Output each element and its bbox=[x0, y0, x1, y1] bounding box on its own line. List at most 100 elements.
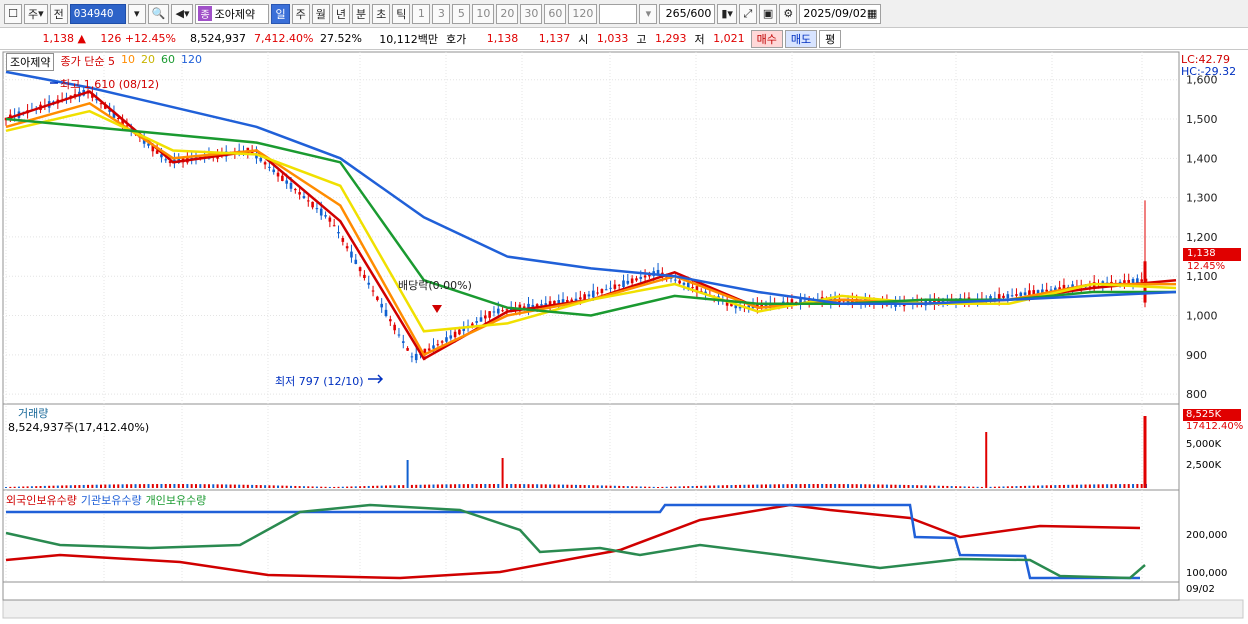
volume-bar bbox=[549, 484, 552, 488]
volume-bar bbox=[665, 486, 668, 488]
volume-bar bbox=[803, 484, 806, 488]
period-tab-month[interactable]: 월 bbox=[311, 3, 330, 24]
interval-30[interactable]: 30 bbox=[520, 3, 543, 24]
candle-body bbox=[604, 289, 608, 291]
legend-ma60[interactable]: 60 bbox=[161, 53, 175, 71]
volume-bar bbox=[648, 486, 651, 488]
legend-foreign[interactable]: 외국인보유수량 bbox=[6, 492, 77, 508]
volume-bar bbox=[618, 485, 621, 488]
volume-bar bbox=[220, 484, 223, 488]
candle-body bbox=[337, 232, 340, 234]
volume-bar bbox=[22, 486, 25, 488]
candle-body bbox=[294, 189, 297, 191]
volume-bar bbox=[290, 485, 292, 488]
save-icon[interactable]: ▣ bbox=[758, 3, 778, 24]
bid-label: 호가 bbox=[446, 32, 467, 46]
volume-bar bbox=[449, 484, 452, 488]
candle-body bbox=[345, 246, 349, 249]
chart-window: ☐ 주 ▾ 전 034940 ▾ 🔍 ◀▾ 종 조아제약 일 주 월 년 분 초 … bbox=[0, 0, 1248, 621]
market-select[interactable]: 주 ▾ bbox=[24, 3, 48, 24]
period-tab-year[interactable]: 년 bbox=[331, 3, 350, 24]
legend-ma5[interactable]: 종가 단순 5 bbox=[60, 53, 114, 71]
volume-bar bbox=[311, 486, 314, 488]
period-tab-day[interactable]: 일 bbox=[271, 3, 290, 24]
candle-body bbox=[579, 297, 582, 300]
holding-ytick-200000: 200,000 bbox=[1186, 530, 1228, 541]
prev-button[interactable]: 전 bbox=[49, 3, 68, 24]
interval-dropdown-icon[interactable]: ▾ bbox=[639, 3, 658, 24]
y-tick-label: 800 bbox=[1186, 388, 1207, 401]
interval-10[interactable]: 10 bbox=[472, 3, 495, 24]
candle-body bbox=[682, 282, 686, 285]
volume-bar bbox=[238, 484, 241, 488]
legend-ma20[interactable]: 20 bbox=[141, 53, 155, 71]
avg-button[interactable]: 평 bbox=[819, 29, 842, 48]
volume-bar bbox=[847, 484, 850, 488]
chart-svg[interactable]: 1,6001,5001,4001,3001,2001,1001,00090080… bbox=[0, 50, 1248, 621]
volume-bar bbox=[195, 484, 197, 488]
interval-60[interactable]: 60 bbox=[544, 3, 567, 24]
interval-20[interactable]: 20 bbox=[496, 3, 519, 24]
interval-5[interactable]: 5 bbox=[452, 3, 471, 24]
interval-3[interactable]: 3 bbox=[432, 3, 451, 24]
candle-body bbox=[440, 341, 444, 343]
volume-bar bbox=[410, 484, 413, 488]
volume-bar bbox=[505, 484, 508, 488]
candle-body bbox=[1006, 294, 1010, 299]
speaker-icon[interactable]: ◀▾ bbox=[171, 3, 194, 24]
candle-body bbox=[332, 225, 336, 227]
legend-individual[interactable]: 개인보유수량 bbox=[146, 492, 207, 508]
chart-area[interactable]: 1,600 1,500 1,400 1,300 1,200 1,100 1,000 900 80… bbox=[0, 50, 1248, 621]
volume-bar bbox=[998, 486, 1001, 488]
volume-bar bbox=[333, 486, 336, 488]
sell-button[interactable]: 매도 bbox=[784, 29, 818, 48]
search-icon[interactable]: 🔍 bbox=[147, 3, 170, 24]
volume-bar bbox=[527, 484, 530, 488]
interval-120[interactable]: 120 bbox=[568, 3, 598, 24]
candle-body bbox=[1015, 294, 1018, 296]
legend-ma120[interactable]: 120 bbox=[181, 53, 202, 71]
high-note: 최고 1,610 (08/12) bbox=[60, 78, 160, 91]
volume-bar bbox=[246, 484, 249, 488]
candle-body bbox=[350, 251, 353, 258]
code-dropdown-icon[interactable]: ▾ bbox=[127, 3, 146, 24]
date-field[interactable]: 2025/09/02 ▦ bbox=[799, 3, 882, 24]
calendar-icon[interactable]: ▦ bbox=[867, 7, 877, 20]
volume-bar bbox=[523, 484, 526, 488]
volume-bar bbox=[890, 484, 893, 488]
candle-body bbox=[1002, 295, 1005, 298]
scroll-bar[interactable] bbox=[2, 599, 1244, 619]
drawing-tool-icon[interactable]: ⤢ bbox=[738, 3, 757, 24]
last-volume-label: 8,525K bbox=[1186, 409, 1222, 420]
candle-body bbox=[358, 267, 362, 272]
volume-bar bbox=[151, 484, 154, 488]
volume-bar bbox=[1075, 484, 1078, 488]
interval-1[interactable]: 1 bbox=[412, 3, 431, 24]
interval-custom-input[interactable] bbox=[599, 3, 638, 24]
volume-bar bbox=[920, 485, 923, 488]
volume-bar bbox=[967, 486, 970, 488]
data-count-field[interactable]: 265/600 bbox=[659, 3, 716, 24]
volume-bar bbox=[259, 485, 262, 488]
legend-ma10[interactable]: 10 bbox=[121, 53, 135, 71]
window-menu-icon[interactable]: ☐ bbox=[4, 3, 22, 24]
candle-body bbox=[376, 296, 379, 300]
volume-bar bbox=[9, 486, 12, 488]
volume-bar bbox=[169, 484, 172, 488]
candle-type-icon[interactable]: ▮▾ bbox=[717, 3, 737, 24]
candle-body bbox=[678, 280, 681, 284]
gear-icon[interactable]: ⚙ bbox=[779, 3, 798, 24]
stock-label[interactable]: 조아제약 bbox=[6, 53, 55, 71]
candle-body bbox=[596, 292, 599, 294]
period-tab-second[interactable]: 초 bbox=[372, 3, 391, 24]
stock-type-badge: 종 bbox=[198, 6, 212, 21]
buy-button[interactable]: 매수 bbox=[750, 29, 783, 48]
volume-bar bbox=[734, 484, 737, 488]
period-tab-week[interactable]: 주 bbox=[291, 3, 310, 24]
volume-bar bbox=[851, 484, 854, 488]
stock-name-field[interactable]: 종 조아제약 bbox=[195, 3, 270, 24]
period-tab-tick[interactable]: 틱 bbox=[392, 3, 411, 24]
legend-institution[interactable]: 기관보유수량 bbox=[81, 492, 142, 508]
stock-code-input[interactable]: 034940 bbox=[69, 3, 126, 24]
period-tab-minute[interactable]: 분 bbox=[351, 3, 371, 24]
